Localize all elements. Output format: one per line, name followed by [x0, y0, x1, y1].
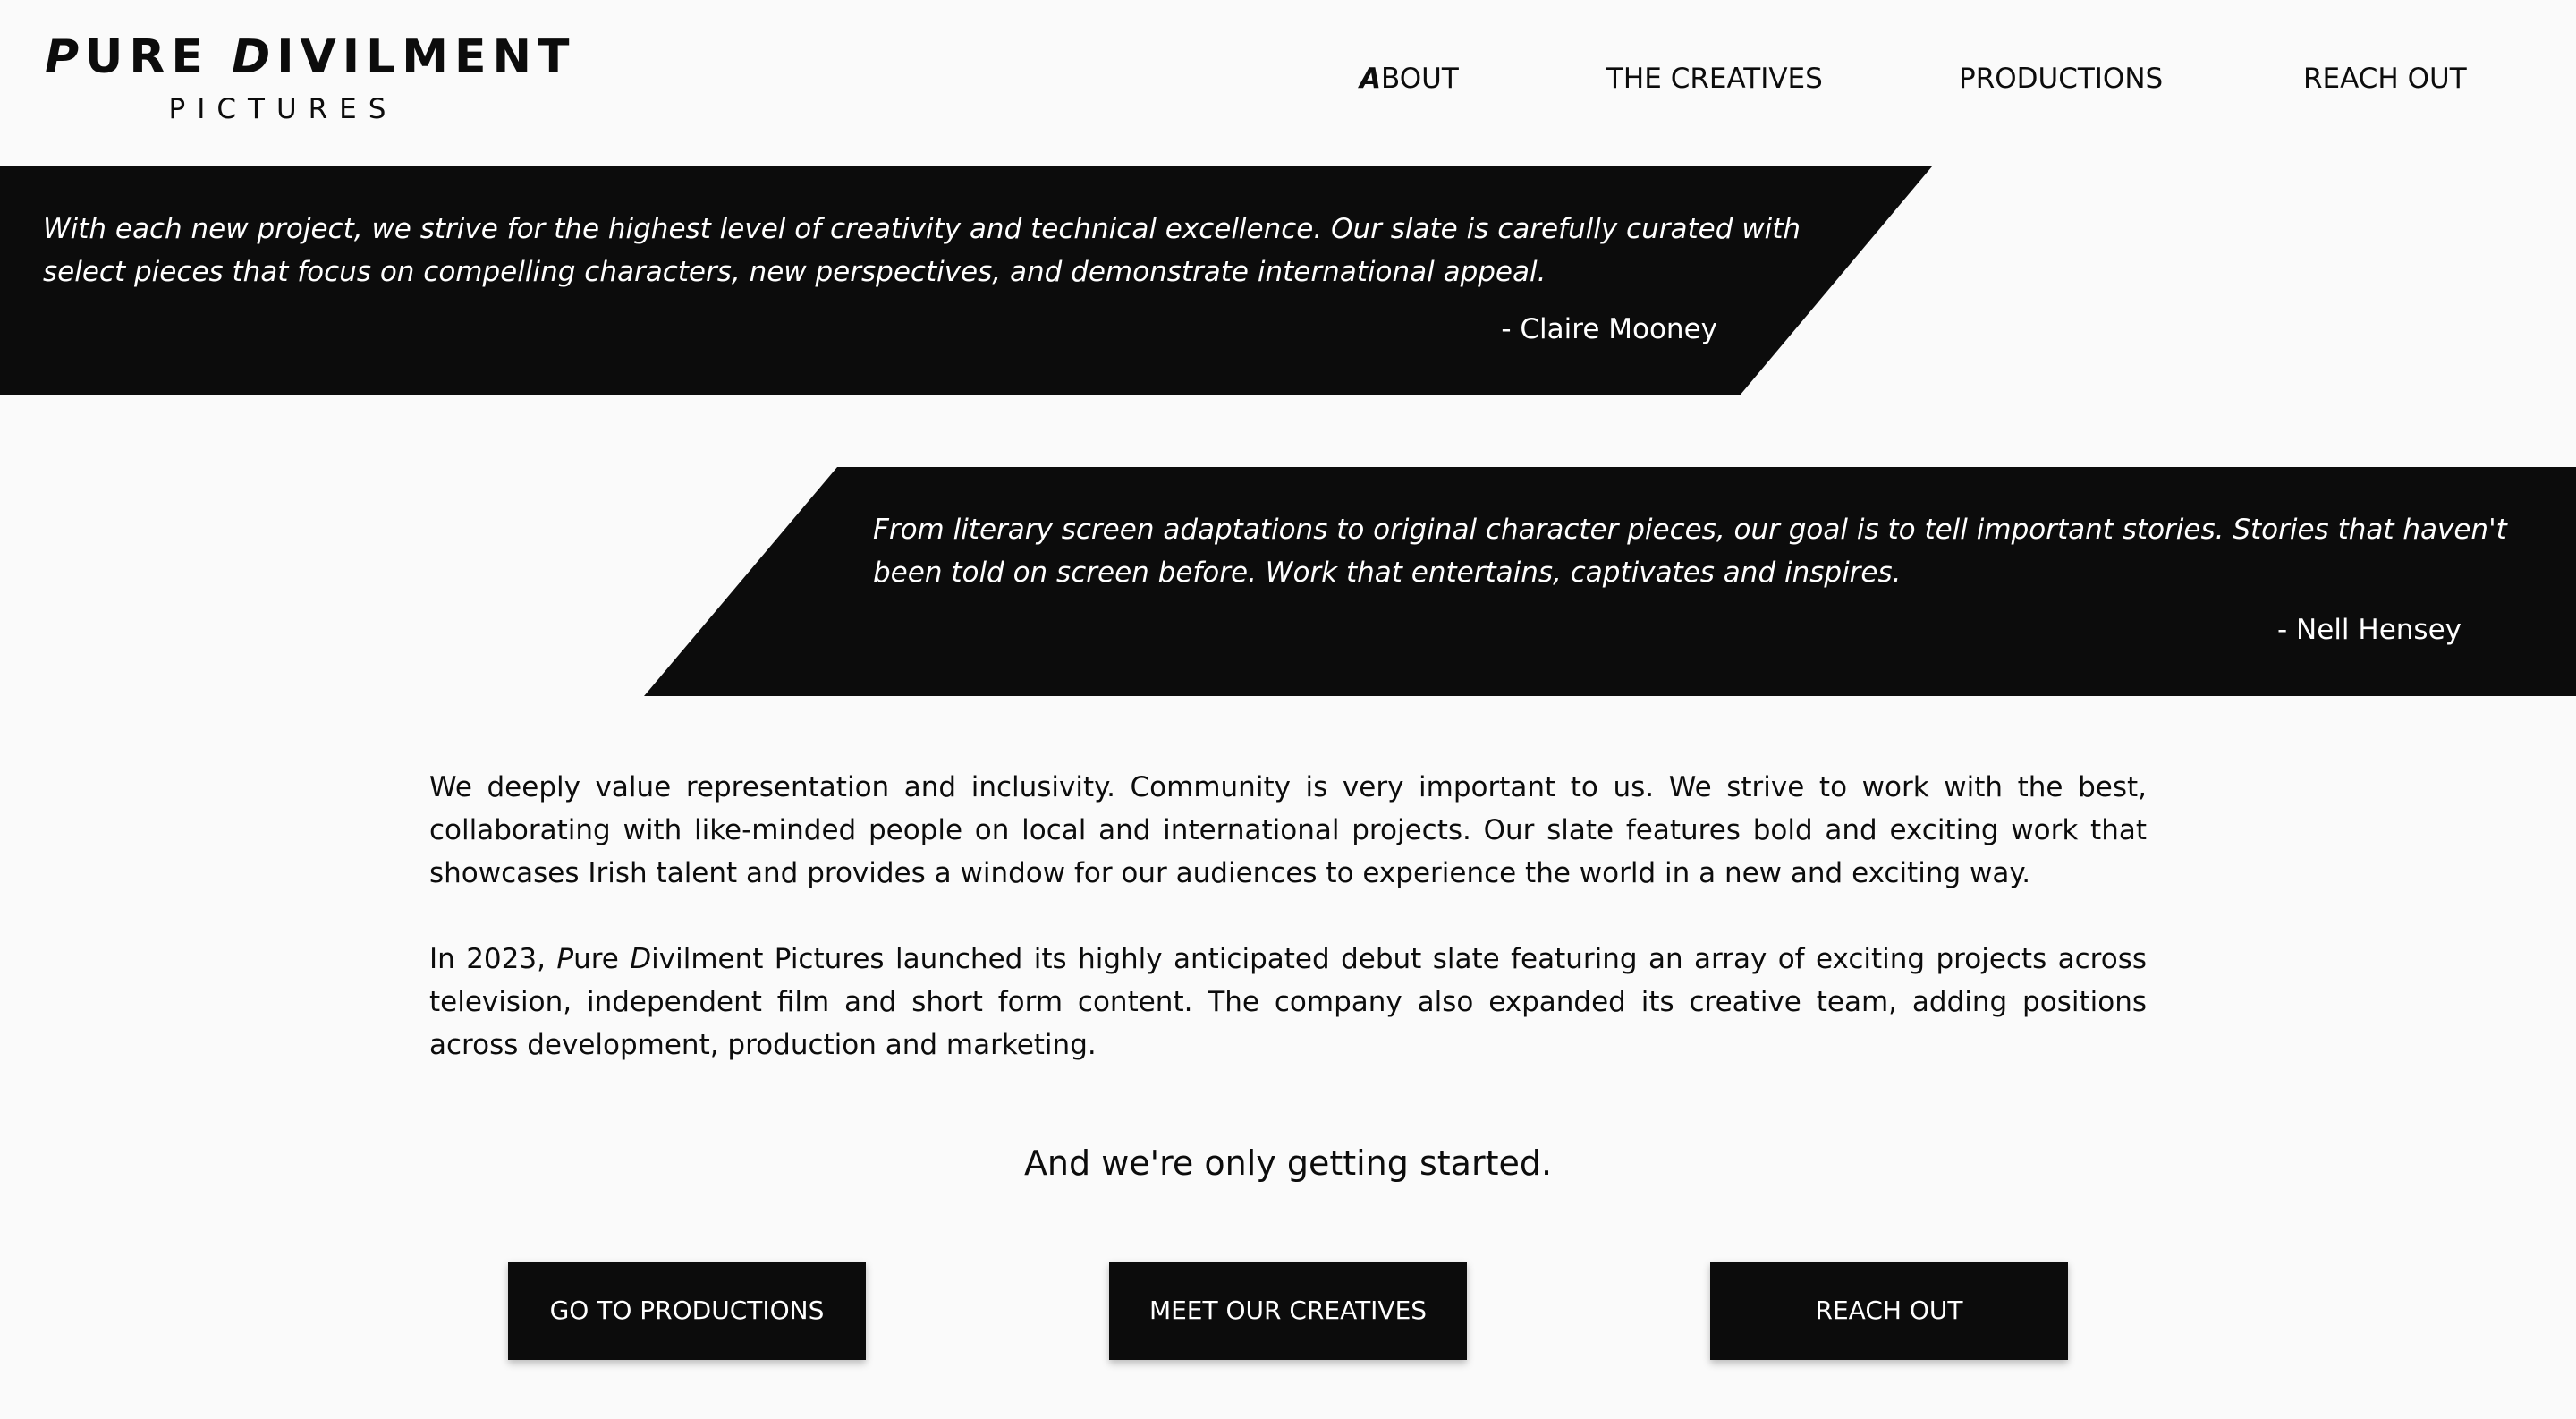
- nav-reach-out[interactable]: REACH OUT: [2303, 59, 2467, 98]
- main-nav: ABOUT THE CREATIVES PRODUCTIONS REACH OU…: [0, 59, 2576, 98]
- paragraph-prefix: In 2023,: [429, 943, 557, 975]
- about-content: We deeply value representation and inclu…: [429, 766, 2147, 1066]
- nav-about-rest: BOUT: [1381, 63, 1459, 95]
- quote-text: With each new project, we strive for the…: [43, 213, 1801, 288]
- reach-out-button[interactable]: REACH OUT: [1710, 1262, 2068, 1360]
- quote-author: - Claire Mooney: [1501, 313, 1717, 345]
- nav-the-creatives[interactable]: THE CREATIVES: [1606, 59, 1823, 98]
- tagline: And we're only getting started.: [1023, 1143, 1553, 1183]
- about-paragraph-community: We deeply value representation and inclu…: [429, 771, 2147, 889]
- company-word-divilment: ivilment Pictures: [651, 943, 885, 975]
- quote-band-nell: From literary screen adaptations to orig…: [644, 467, 2576, 696]
- meet-our-creatives-button[interactable]: MEET OUR CREATIVES: [1109, 1262, 1467, 1360]
- nav-about[interactable]: ABOUT: [1360, 59, 1459, 98]
- company-initial-d: D: [630, 943, 652, 975]
- company-initial-p: P: [556, 943, 574, 975]
- nav-productions[interactable]: PRODUCTIONS: [1959, 59, 2163, 98]
- nav-about-initial: A: [1360, 63, 1381, 95]
- company-word-pure: ure: [573, 943, 631, 975]
- about-paragraph-slate: In 2023, Pure Divilment Pictures launche…: [429, 938, 2147, 1066]
- quote-author: - Nell Hensey: [2277, 614, 2462, 646]
- go-to-productions-button[interactable]: GO TO PRODUCTIONS: [508, 1262, 866, 1360]
- quote-band-claire: With each new project, we strive for the…: [0, 166, 1932, 395]
- quote-text: From literary screen adaptations to orig…: [873, 514, 2507, 589]
